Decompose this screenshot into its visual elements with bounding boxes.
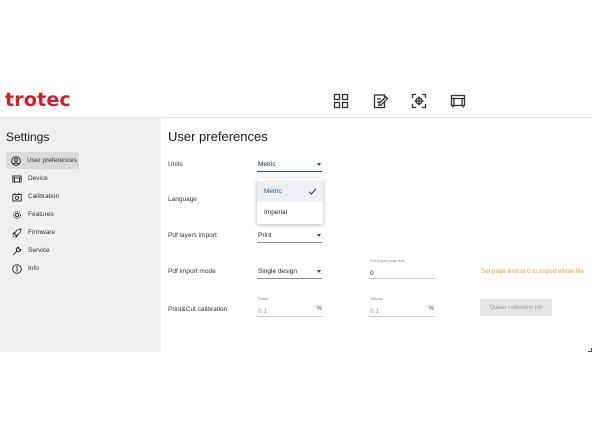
calibration-icon: [12, 192, 22, 202]
sidebar-item-firmware[interactable]: Firmware: [6, 224, 79, 241]
chevron-down-icon: [317, 163, 321, 166]
velocity-value: 0.1: [370, 308, 380, 315]
sidebar-item-calibration[interactable]: Calibration: [6, 188, 79, 205]
printcut-calibration-label: Print&Cut calibration: [168, 306, 228, 313]
sidebar-item-device[interactable]: Device: [6, 170, 79, 187]
sidebar-item-label: Service: [28, 247, 50, 254]
power-label: Power: [258, 297, 269, 301]
pdf-layers-import-label: Pdf layers import: [168, 232, 217, 239]
pdf-import-mode-select[interactable]: Single design: [257, 264, 322, 279]
grid-icon[interactable]: [333, 93, 349, 109]
resize-handle-icon[interactable]: [588, 348, 592, 352]
sidebar-item-service[interactable]: Service: [6, 242, 79, 259]
units-option-label: Imperial: [264, 209, 288, 216]
info-icon: [12, 263, 22, 274]
velocity-unit: %: [428, 305, 434, 312]
units-dropdown-menu: Metric Imperial: [257, 178, 323, 224]
pdf-import-page-limit-field[interactable]: Pdf import page limit 0: [369, 259, 435, 279]
app-window: trotec Settings User preferences Device …: [0, 82, 592, 352]
units-option-label: Metric: [264, 188, 282, 195]
pdf-import-mode-value: Single design: [258, 268, 298, 275]
units-option-imperial[interactable]: Imperial: [257, 202, 323, 223]
sidebar-item-label: Info: [28, 265, 39, 272]
crosshair-frame-icon[interactable]: [411, 93, 427, 109]
trotec-logo: trotec: [5, 89, 71, 111]
pdf-import-mode-label: Pdf import mode: [168, 268, 216, 275]
sidebar-item-label: Firmware: [28, 229, 56, 236]
units-value: Metric: [258, 161, 276, 168]
top-bar: trotec: [0, 82, 592, 118]
user-preferences-panel: User preferences Units Metric Language P…: [161, 118, 592, 352]
sidebar-item-label: Features: [28, 211, 54, 218]
power-unit: %: [316, 305, 322, 312]
velocity-label: Velocity: [370, 297, 384, 301]
sidebar-item-label: User preferences: [27, 157, 77, 164]
device-icon: [12, 174, 22, 184]
pdf-import-page-limit-value: 0: [370, 270, 374, 277]
units-option-metric[interactable]: Metric: [257, 181, 323, 202]
wrench-icon: [12, 246, 22, 256]
queue-calibration-job-button[interactable]: Queue calibration job: [480, 299, 552, 316]
sidebar-item-label: Calibration: [28, 193, 60, 200]
page-limit-hint: Set page limit to 0 to import whole file: [481, 268, 584, 275]
rocket-icon: [12, 228, 22, 238]
settings-sidebar: Settings User preferences Device Calibra…: [0, 118, 161, 352]
velocity-field[interactable]: Velocity 0.1 %: [369, 297, 435, 317]
pdf-import-page-limit-label: Pdf import page limit: [370, 259, 405, 263]
language-label: Language: [168, 196, 197, 203]
sidebar-item-features[interactable]: Features: [6, 206, 79, 223]
sidebar-item-info[interactable]: Info: [6, 260, 79, 277]
sidebar-item-user-preferences[interactable]: User preferences: [6, 152, 79, 169]
user-circle-icon: [11, 155, 21, 166]
units-label: Units: [168, 161, 183, 168]
sidebar-item-label: Device: [28, 175, 48, 182]
edit-document-icon[interactable]: [373, 93, 389, 109]
check-icon: [308, 187, 317, 196]
sidebar-title: Settings: [6, 130, 50, 144]
gear-icon: [12, 210, 22, 220]
page-title: User preferences: [168, 129, 268, 144]
power-field[interactable]: Power 0.1 %: [257, 297, 323, 317]
chevron-down-icon: [317, 270, 321, 273]
machine-icon[interactable]: [450, 93, 466, 109]
chevron-down-icon: [317, 234, 321, 237]
units-select[interactable]: Metric: [257, 157, 322, 172]
pdf-layers-import-value: Print: [258, 232, 272, 239]
pdf-layers-import-select[interactable]: Print: [257, 228, 322, 243]
power-value: 0.1: [258, 308, 268, 315]
